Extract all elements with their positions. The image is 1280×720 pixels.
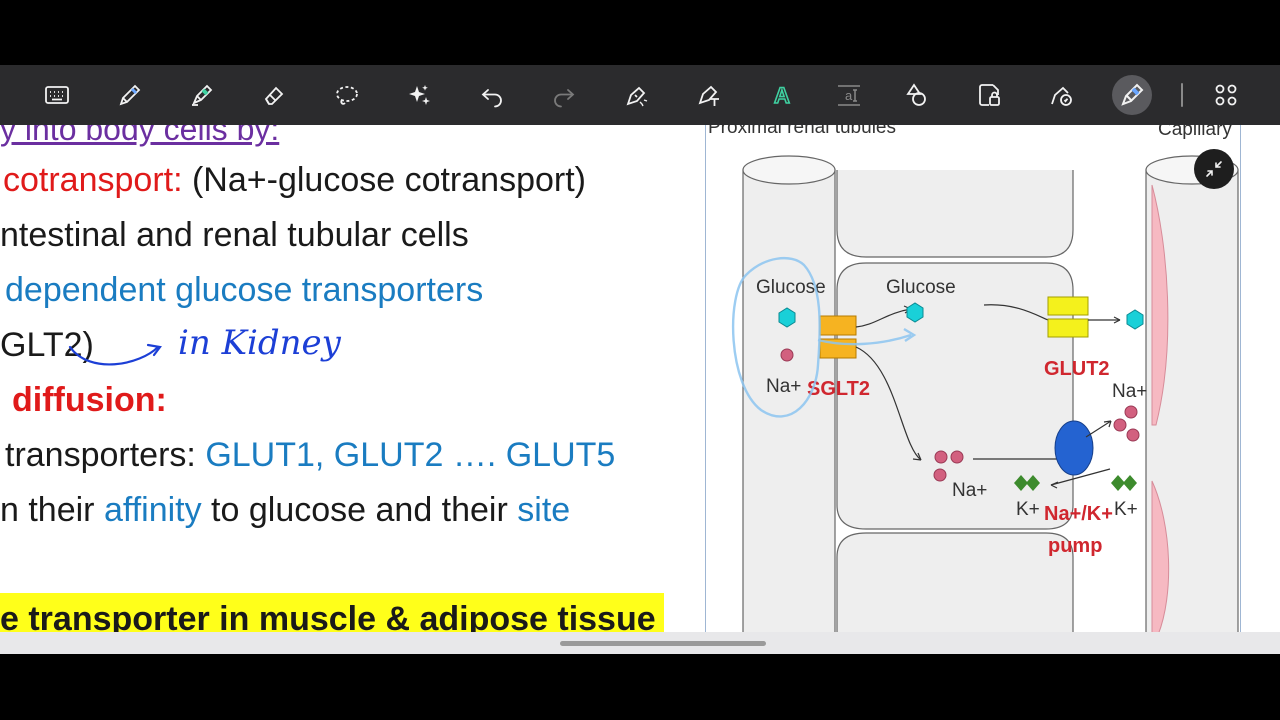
- shape-pen-icon[interactable]: [617, 75, 657, 115]
- affinity-middle: to glucose and their: [201, 491, 518, 529]
- cotransport-detail: (Na+-glucose cotransport): [182, 161, 586, 199]
- site-word: site: [517, 491, 571, 529]
- k-label-capillary: K+: [1114, 499, 1138, 520]
- slide-line-affinity: n their affinity to glucose and their si…: [0, 493, 570, 527]
- affinity-word: affinity: [103, 491, 202, 529]
- lock-page-icon[interactable]: [969, 75, 1009, 115]
- collapse-icon: [1206, 161, 1222, 177]
- handwritten-annotation: in Kidney: [178, 323, 341, 363]
- tubule-lumen: [742, 169, 836, 635]
- na-label-cell: Na+: [952, 480, 987, 501]
- na-k-pump[interactable]: [1054, 420, 1094, 476]
- pump-label-line1: Na+/K+: [1044, 503, 1113, 525]
- svg-text:a: a: [845, 88, 853, 103]
- upper-cell: [836, 170, 1074, 258]
- slide-line-diffusion: diffusion:: [12, 381, 167, 419]
- slide-line-cotransport: cotransport: (Na+-glucose cotransport): [3, 163, 586, 197]
- undo-icon[interactable]: [472, 75, 512, 115]
- glut2-transporter-top[interactable]: [1047, 296, 1089, 316]
- pump-label-line2: pump: [1048, 535, 1102, 557]
- text-icon[interactable]: [689, 75, 729, 115]
- pen-settings-icon[interactable]: [1041, 75, 1081, 115]
- note-page[interactable]: y into body cells by: cotransport: (Na+-…: [0, 125, 1280, 635]
- na-label-lumen: Na+: [766, 376, 801, 397]
- cotransport-label: cotransport:: [3, 161, 183, 199]
- diagram-header-right: Capillary: [1158, 125, 1232, 140]
- renal-transport-diagram: Proximal renal tubules Capillary Glucose…: [705, 125, 1241, 635]
- sodium-ion: [780, 348, 794, 362]
- affinity-prefix: n their: [0, 491, 104, 529]
- home-indicator[interactable]: [560, 641, 766, 646]
- diagram-header-left: Proximal renal tubules: [708, 125, 896, 138]
- highlighter-icon[interactable]: [182, 75, 222, 115]
- svg-text:A: A: [774, 83, 790, 108]
- lower-cell: [836, 532, 1074, 635]
- handwriting-text-icon[interactable]: A: [762, 75, 802, 115]
- slide-line-transporters: transporters: GLUT1, GLUT2 …. GLUT5: [5, 438, 615, 472]
- lasso-icon[interactable]: [327, 75, 367, 115]
- k-label-cell: K+: [1016, 499, 1040, 520]
- na-label-capillary: Na+: [1112, 381, 1147, 402]
- grid-apps-icon[interactable]: [1206, 75, 1246, 115]
- ai-sparkle-icon[interactable]: [399, 75, 439, 115]
- glut2-transporter-bottom[interactable]: [1047, 318, 1089, 338]
- redo-icon[interactable]: [544, 75, 584, 115]
- pen-icon[interactable]: [110, 75, 150, 115]
- toolbar-separator: [1181, 83, 1183, 107]
- collapse-button[interactable]: [1194, 149, 1234, 189]
- transporters-label: transporters:: [5, 436, 206, 474]
- toolbar: A a: [0, 65, 1280, 125]
- glucose-label-cell: Glucose: [886, 277, 956, 298]
- glut2-label: GLUT2: [1044, 358, 1110, 380]
- slide-line-intestinal: ntestinal and renal tubular cells: [0, 216, 469, 254]
- shapes-icon[interactable]: [896, 75, 936, 115]
- sglt2-transporter-top[interactable]: [819, 315, 857, 336]
- keyboard-icon[interactable]: [37, 75, 77, 115]
- glut-list: GLUT1, GLUT2 …. GLUT5: [205, 436, 616, 474]
- laser-pen-icon[interactable]: [1112, 75, 1152, 115]
- slide-heading: y into body cells by:: [0, 125, 280, 147]
- slide-line-muscle-adipose: e transporter in muscle & adipose tissue: [0, 600, 656, 635]
- slide-line-dependent-transporters: dependent glucose transporters: [5, 271, 484, 309]
- eraser-icon[interactable]: [254, 75, 294, 115]
- text-spacing-icon[interactable]: a: [829, 75, 869, 115]
